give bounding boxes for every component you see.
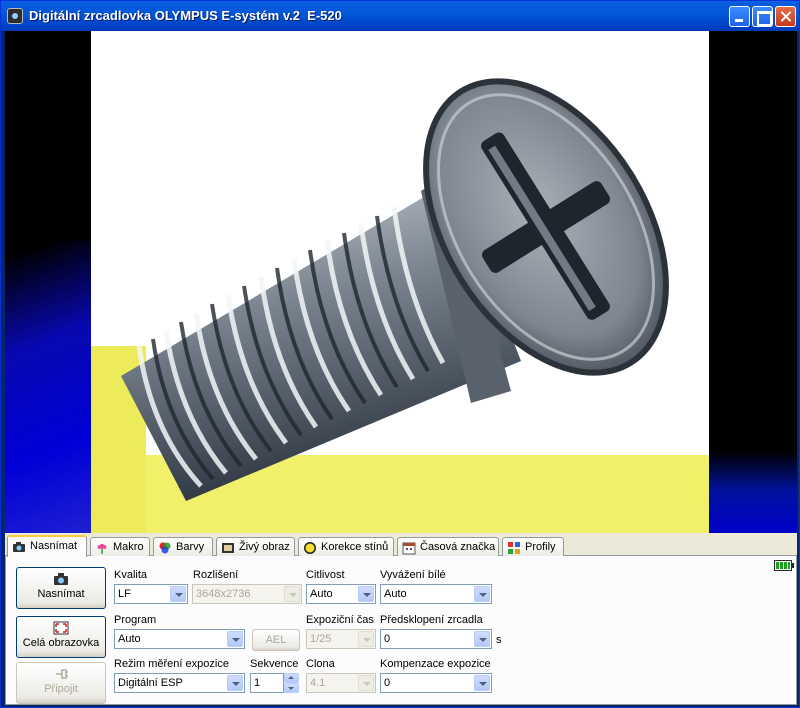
tab-profiles[interactable]: Profily [502, 537, 564, 557]
camera-app-icon[interactable] [7, 8, 23, 24]
minimize-button[interactable] [729, 6, 750, 27]
tab-live-view[interactable]: Živý obraz [216, 537, 295, 557]
aperture-select[interactable]: 4.1 [306, 673, 376, 693]
exposure-comp-value: 0 [384, 677, 391, 689]
tab-colors[interactable]: Barvy [153, 537, 213, 557]
camera-icon [13, 542, 25, 552]
capture-button[interactable]: Nasnímat [16, 567, 106, 609]
maximize-button[interactable] [752, 6, 773, 27]
screw-image [121, 78, 669, 501]
resolution-label: Rozlišení [193, 569, 239, 581]
ael-button[interactable]: AEL [252, 629, 300, 651]
calendar-icon [402, 542, 416, 555]
chevron-down-icon[interactable] [358, 631, 374, 647]
tab-label: Časová značka [420, 541, 496, 553]
resolution-select[interactable]: 3648x2736 [192, 584, 302, 604]
white-balance-select[interactable]: Auto [380, 584, 492, 604]
chevron-down-icon[interactable] [474, 631, 490, 647]
chevron-down-icon[interactable] [358, 586, 374, 602]
tab-label: Makro [113, 541, 144, 553]
spin-down-icon[interactable] [284, 683, 299, 693]
battery-icon [774, 560, 794, 571]
chevron-down-icon[interactable] [284, 586, 300, 602]
chevron-down-icon[interactable] [474, 675, 490, 691]
fullscreen-button-label: Celá obrazovka [22, 637, 100, 649]
preview-image [91, 31, 709, 533]
profiles-icon [508, 542, 520, 554]
chevron-down-icon[interactable] [227, 631, 243, 647]
quality-label: Kvalita [114, 569, 148, 581]
plug-icon [56, 669, 68, 679]
fullscreen-button[interactable]: Celá obrazovka [16, 616, 106, 658]
program-select[interactable]: Auto [114, 629, 245, 649]
exposure-time-value: 1/25 [310, 633, 332, 645]
live-preview [5, 31, 797, 533]
preview-artifact-right [705, 451, 797, 533]
mirror-prelift-unit: s [496, 634, 502, 646]
tab-label: Korekce stínů [321, 541, 389, 553]
metering-select[interactable]: Digitální ESP [114, 673, 245, 693]
chevron-down-icon[interactable] [170, 586, 186, 602]
tab-label: Živý obraz [239, 541, 290, 553]
tab-capture[interactable]: Nasnímat [7, 535, 87, 557]
connect-button[interactable]: Připojit [16, 662, 106, 704]
tab-shading-correction[interactable]: Korekce stínů [298, 537, 394, 557]
white-balance-label: Vyvážení bílé [380, 569, 446, 581]
white-balance-value: Auto [384, 588, 407, 600]
chevron-down-icon[interactable] [474, 586, 490, 602]
spin-up-icon[interactable] [284, 673, 299, 683]
metering-label: Režim měření expozice [114, 658, 229, 670]
sequence-label: Sekvence [250, 658, 299, 670]
metering-value: Digitální ESP [118, 677, 183, 689]
preview-artifact-left [5, 241, 95, 533]
sequence-spinner[interactable] [284, 673, 299, 693]
ael-button-label: AEL [265, 634, 287, 646]
program-value: Auto [118, 633, 141, 645]
resolution-value: 3648x2736 [196, 588, 251, 600]
title-bar[interactable]: Digitální zrcadlovka OLYMPUS E-systém v.… [1, 1, 799, 31]
aperture-value: 4.1 [310, 677, 326, 689]
chevron-down-icon[interactable] [227, 675, 243, 691]
tab-label: Profily [525, 541, 556, 553]
mirror-prelift-select[interactable]: 0 [380, 629, 492, 649]
connect-button-label: Připojit [44, 683, 78, 695]
shading-icon [304, 542, 316, 554]
program-label: Program [114, 614, 157, 626]
tab-timestamp[interactable]: Časová značka [397, 537, 499, 557]
window-title: Digitální zrcadlovka OLYMPUS E-systém v.… [29, 8, 342, 23]
tab-macro[interactable]: Makro [90, 537, 150, 557]
sensitivity-label: Citlivost [306, 569, 345, 581]
exposure-time-select[interactable]: 1/25 [306, 629, 376, 649]
camera-icon [54, 573, 68, 585]
quality-value: LF [118, 588, 131, 600]
sensitivity-select[interactable]: Auto [306, 584, 376, 604]
app-window: Digitální zrcadlovka OLYMPUS E-systém v.… [0, 0, 800, 708]
mirror-prelift-label: Předsklopení zrcadla [380, 614, 483, 626]
sequence-value: 1 [254, 677, 261, 689]
film-icon [222, 543, 234, 553]
sequence-input[interactable]: 1 [250, 673, 284, 693]
quality-select[interactable]: LF [114, 584, 188, 604]
exposure-comp-label: Kompenzace expozice [380, 658, 491, 670]
chevron-down-icon[interactable] [358, 675, 374, 691]
exposure-comp-select[interactable]: 0 [380, 673, 492, 693]
sensitivity-value: Auto [310, 588, 333, 600]
tab-label: Nasnímat [30, 540, 78, 552]
aperture-label: Clona [306, 658, 335, 670]
exposure-time-label: Expoziční čas [306, 614, 374, 626]
capture-tab-panel: Nasnímat Celá obrazovka Připojit Kvalita… [5, 556, 797, 705]
fullscreen-icon [53, 621, 69, 635]
close-button[interactable] [775, 6, 796, 27]
colors-icon [159, 542, 171, 554]
tab-label: Barvy [176, 541, 205, 553]
capture-button-label: Nasnímat [37, 588, 85, 600]
tab-strip: Nasnímat Makro Barvy Živý obraz Korekce … [5, 535, 797, 557]
flower-icon [97, 544, 107, 554]
mirror-prelift-value: 0 [384, 633, 391, 645]
control-panel: Nasnímat Makro Barvy Živý obraz Korekce … [5, 533, 797, 705]
